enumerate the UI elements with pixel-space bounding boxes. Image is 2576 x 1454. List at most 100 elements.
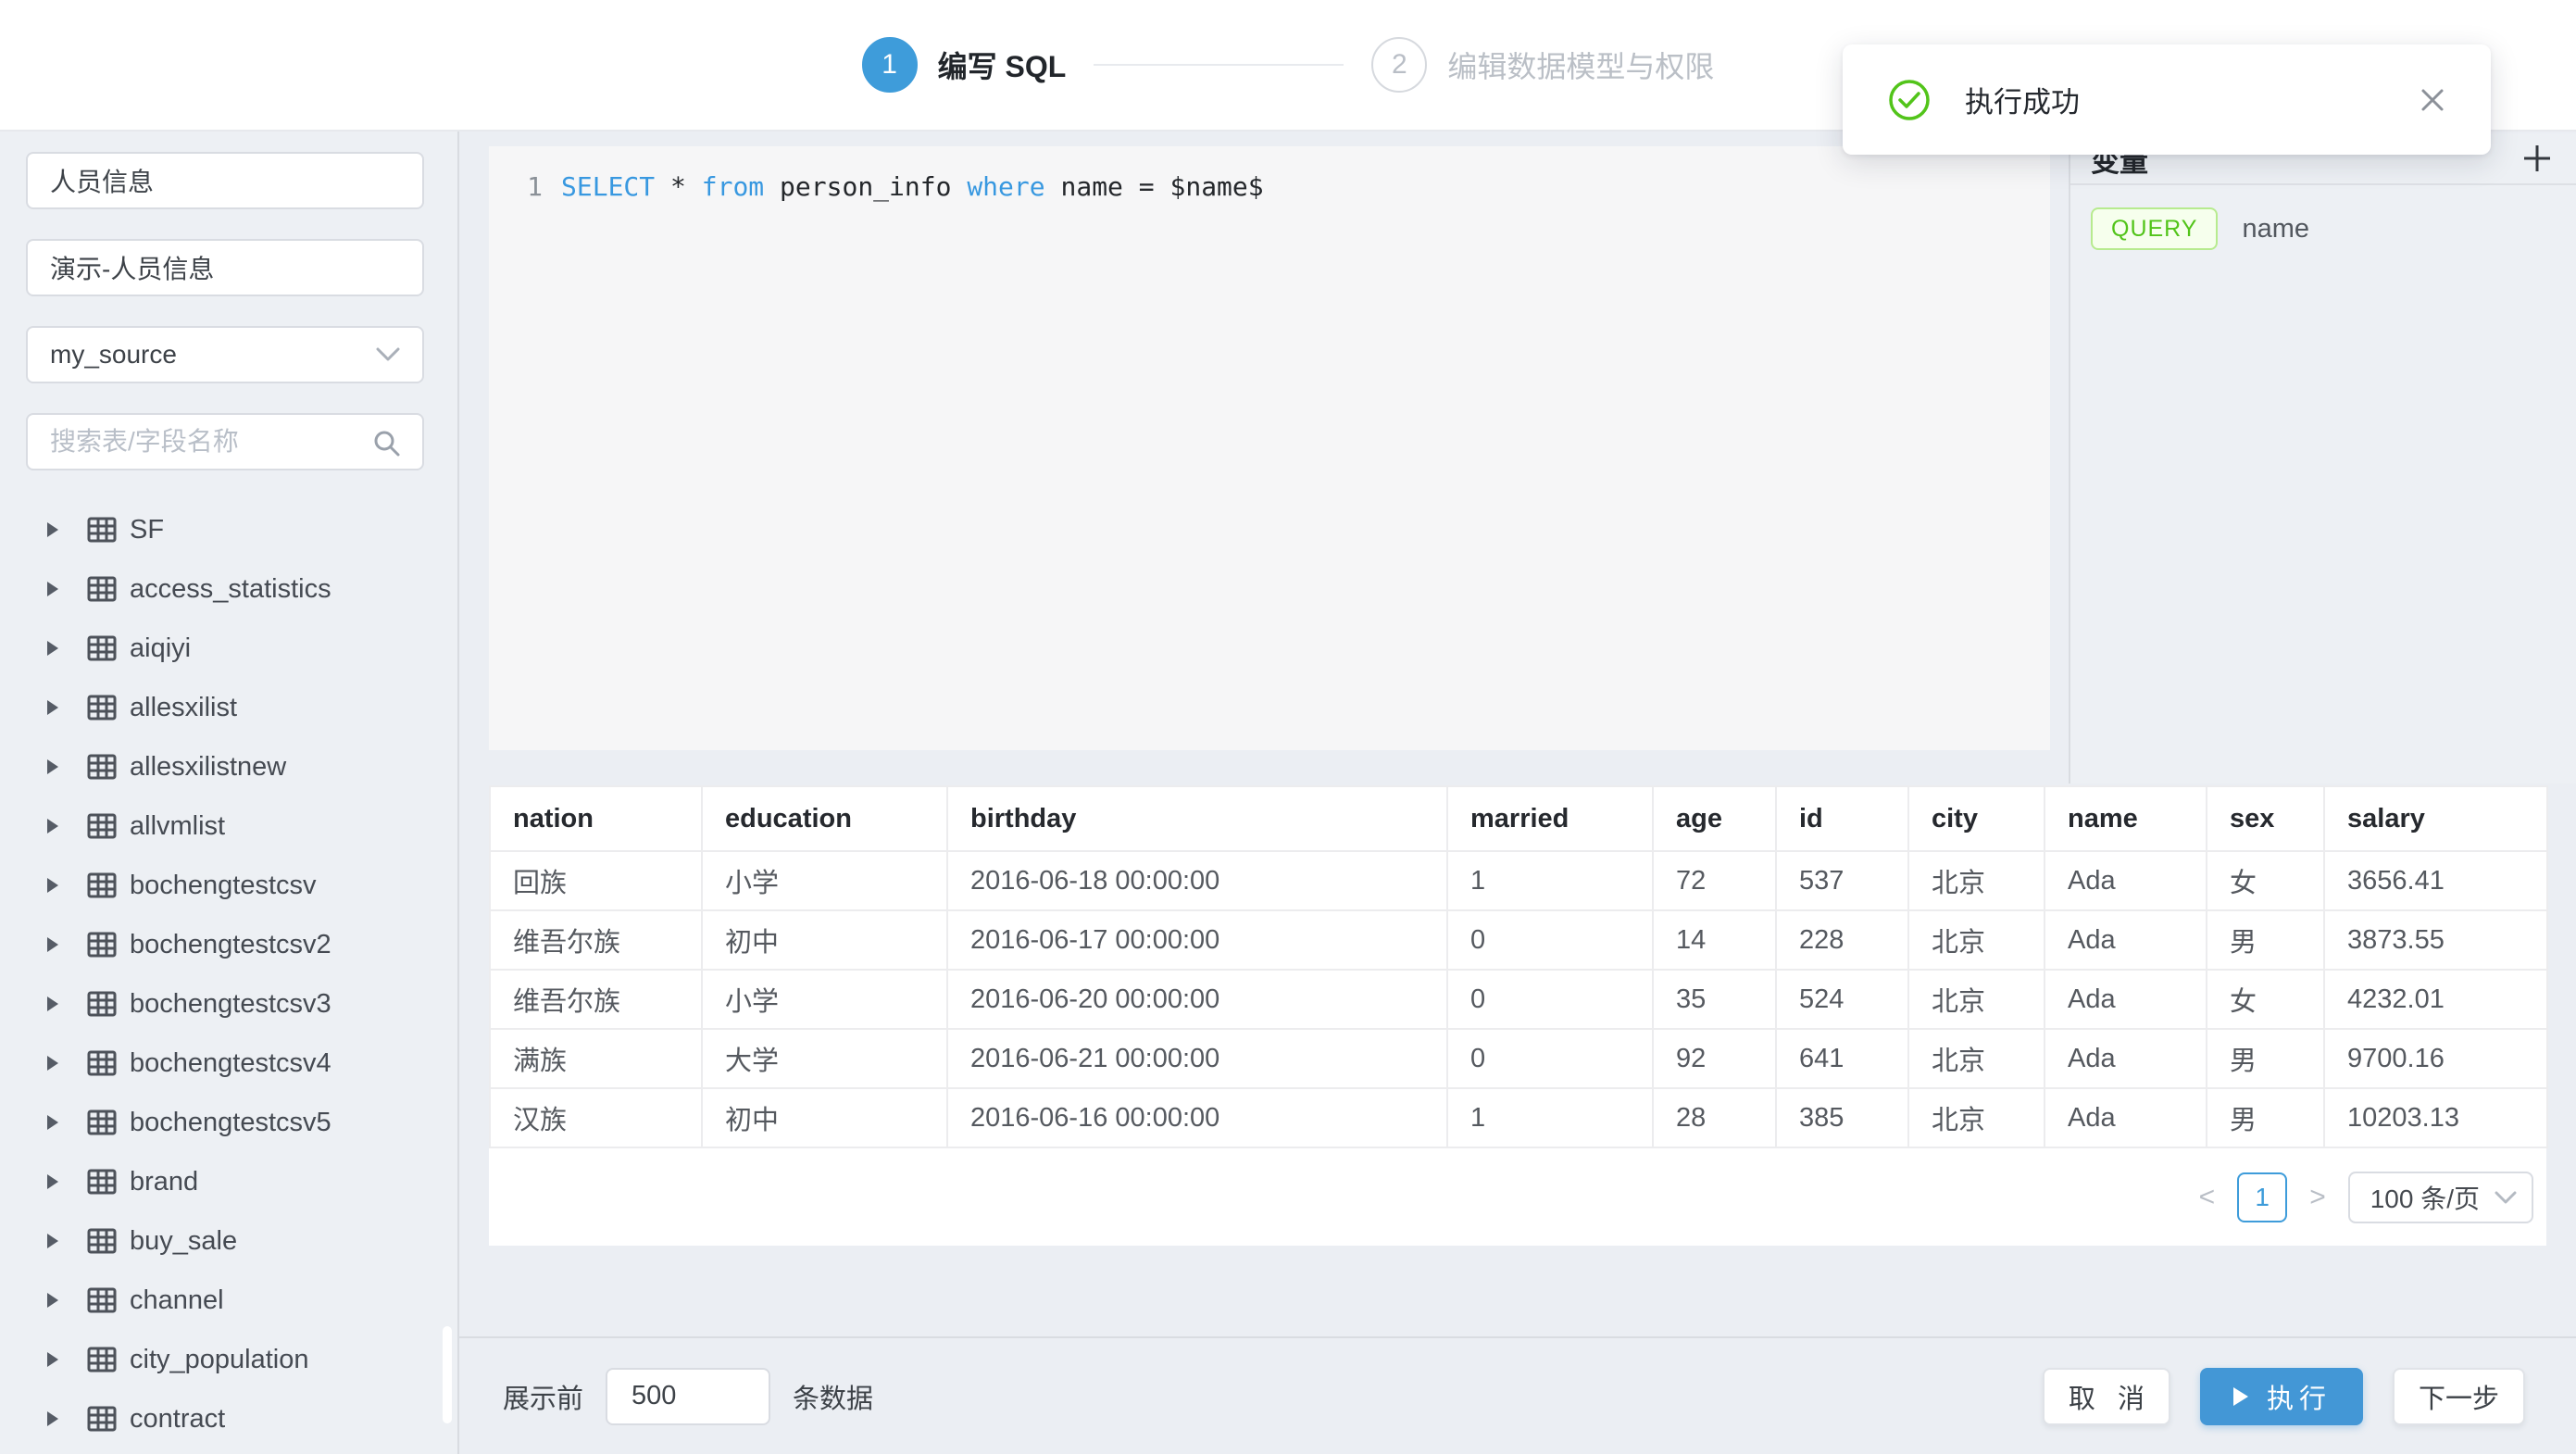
table-row: 满族 大学 2016-06-21 00:00:00 0 92 641 北京 Ad… bbox=[490, 1029, 2547, 1088]
row-limit-input[interactable] bbox=[606, 1368, 770, 1425]
tree-item-allesxilistnew[interactable]: allesxilistnew bbox=[26, 737, 457, 796]
cell: 维吾尔族 bbox=[490, 910, 702, 970]
caret-right-icon[interactable] bbox=[44, 817, 61, 835]
tree-item-allvmlist[interactable]: allvmlist bbox=[26, 796, 457, 856]
tree-item-aiqiyi[interactable]: aiqiyi bbox=[26, 619, 457, 678]
sql-wizard-page: 1 编写 SQL 2 编辑数据模型与权限 my_source bbox=[0, 0, 2576, 1454]
caret-right-icon[interactable] bbox=[44, 1350, 61, 1369]
cell: Ada bbox=[2045, 1088, 2207, 1147]
table-row: 维吾尔族 小学 2016-06-20 00:00:00 0 35 524 北京 … bbox=[490, 970, 2547, 1029]
tree-item-channel[interactable]: channel bbox=[26, 1271, 457, 1330]
table-icon bbox=[87, 1406, 117, 1432]
sidebar: my_source SF access_statistics bbox=[0, 132, 459, 1454]
cell: 北京 bbox=[1908, 910, 2045, 970]
cell: 女 bbox=[2207, 851, 2324, 910]
caret-right-icon[interactable] bbox=[44, 639, 61, 658]
cell: 92 bbox=[1653, 1029, 1776, 1088]
sql-code-line: 1SELECT * from person_info where name = … bbox=[489, 146, 2050, 206]
add-variable-button[interactable] bbox=[2520, 142, 2554, 175]
caret-right-icon[interactable] bbox=[44, 1232, 61, 1250]
caret-right-icon[interactable] bbox=[44, 520, 61, 539]
tree-item-brand[interactable]: brand bbox=[26, 1152, 457, 1211]
cell: 0 bbox=[1447, 970, 1653, 1029]
caret-right-icon[interactable] bbox=[44, 580, 61, 598]
caret-right-icon[interactable] bbox=[44, 758, 61, 776]
tree-item-bochengtestcsv2[interactable]: bochengtestcsv2 bbox=[26, 915, 457, 974]
step-1-circle: 1 bbox=[862, 37, 918, 93]
column-header: id bbox=[1776, 786, 1908, 851]
tree-item-access-statistics[interactable]: access_statistics bbox=[26, 559, 457, 619]
step-2-number: 2 bbox=[1392, 49, 1407, 81]
tree-item-sf[interactable]: SF bbox=[26, 500, 457, 559]
cell: 男 bbox=[2207, 1088, 2324, 1147]
cell: 男 bbox=[2207, 910, 2324, 970]
variables-panel: 变量 QUERY name bbox=[2069, 133, 2576, 783]
sql-editor[interactable]: 1SELECT * from person_info where name = … bbox=[489, 146, 2050, 750]
tree-item-label: allesxilistnew bbox=[130, 752, 286, 783]
cell: 初中 bbox=[702, 1088, 947, 1147]
cell: Ada bbox=[2045, 851, 2207, 910]
column-header: sex bbox=[2207, 786, 2324, 851]
cell: 1 bbox=[1447, 851, 1653, 910]
close-icon[interactable] bbox=[2419, 86, 2446, 114]
variable-name: name bbox=[2242, 214, 2309, 244]
tree-item-label: bochengtestcsv2 bbox=[130, 930, 331, 960]
tree-item-bochengtestcsv4[interactable]: bochengtestcsv4 bbox=[26, 1034, 457, 1093]
tree-item-contract[interactable]: contract bbox=[26, 1389, 457, 1448]
column-header: nation bbox=[490, 786, 702, 851]
datasource-select[interactable]: my_source bbox=[26, 326, 424, 383]
cancel-button[interactable]: 取 消 bbox=[2043, 1368, 2170, 1425]
tree-item-bochengtestcsv3[interactable]: bochengtestcsv3 bbox=[26, 974, 457, 1034]
caret-right-icon[interactable] bbox=[44, 1113, 61, 1132]
execute-button-label: 执行 bbox=[2267, 1377, 2332, 1416]
cell: Ada bbox=[2045, 1029, 2207, 1088]
table-icon bbox=[87, 1287, 117, 1313]
cell: 2016-06-20 00:00:00 bbox=[947, 970, 1447, 1029]
cell: 北京 bbox=[1908, 1088, 2045, 1147]
cell: 初中 bbox=[702, 910, 947, 970]
sql-text: * bbox=[655, 171, 702, 202]
tree-item-bochengtestcsv5[interactable]: bochengtestcsv5 bbox=[26, 1093, 457, 1152]
line-number: 1 bbox=[522, 169, 543, 206]
caret-right-icon[interactable] bbox=[44, 698, 61, 717]
caret-right-icon[interactable] bbox=[44, 876, 61, 895]
cell: 女 bbox=[2207, 970, 2324, 1029]
caret-right-icon[interactable] bbox=[44, 1172, 61, 1191]
table-icon bbox=[87, 991, 117, 1017]
column-header: age bbox=[1653, 786, 1776, 851]
page-size-select[interactable]: 100 条/页 bbox=[2348, 1172, 2533, 1223]
variable-row[interactable]: QUERY name bbox=[2070, 185, 2576, 250]
tree-item-allesxilist[interactable]: allesxilist bbox=[26, 678, 457, 737]
caret-right-icon[interactable] bbox=[44, 1054, 61, 1072]
next-step-button[interactable]: 下一步 bbox=[2393, 1368, 2525, 1425]
caret-right-icon[interactable] bbox=[44, 1410, 61, 1428]
dataset-description-input[interactable] bbox=[26, 239, 424, 296]
step-connector bbox=[1094, 64, 1344, 66]
search-input[interactable] bbox=[28, 415, 422, 469]
search-box bbox=[26, 413, 424, 470]
search-icon bbox=[372, 429, 402, 465]
table-icon bbox=[87, 1228, 117, 1254]
sidebar-scrollbar-thumb[interactable] bbox=[443, 1326, 452, 1423]
sql-keyword: SELECT bbox=[561, 171, 655, 202]
next-page-button[interactable]: > bbox=[2304, 1182, 2332, 1213]
dataset-name-input[interactable] bbox=[26, 152, 424, 209]
sql-text: name = $name$ bbox=[1045, 171, 1264, 202]
current-page-button[interactable]: 1 bbox=[2237, 1172, 2287, 1222]
sql-keyword: from bbox=[702, 171, 764, 202]
tree-item-buy-sale[interactable]: buy_sale bbox=[26, 1211, 457, 1271]
tree-item-bochengtestcsv[interactable]: bochengtestcsv bbox=[26, 856, 457, 915]
caret-right-icon[interactable] bbox=[44, 935, 61, 954]
column-header: birthday bbox=[947, 786, 1447, 851]
cell: 大学 bbox=[702, 1029, 947, 1088]
caret-right-icon[interactable] bbox=[44, 995, 61, 1013]
prev-page-button[interactable]: < bbox=[2194, 1182, 2221, 1213]
pagination: < 1 > 100 条/页 bbox=[489, 1172, 2533, 1223]
tree-item-label: aiqiyi bbox=[130, 633, 191, 664]
cell: 小学 bbox=[702, 851, 947, 910]
cell: 537 bbox=[1776, 851, 1908, 910]
execute-button[interactable]: 执行 bbox=[2200, 1368, 2363, 1425]
tree-item-city-population[interactable]: city_population bbox=[26, 1330, 457, 1389]
cell: 0 bbox=[1447, 910, 1653, 970]
caret-right-icon[interactable] bbox=[44, 1291, 61, 1310]
